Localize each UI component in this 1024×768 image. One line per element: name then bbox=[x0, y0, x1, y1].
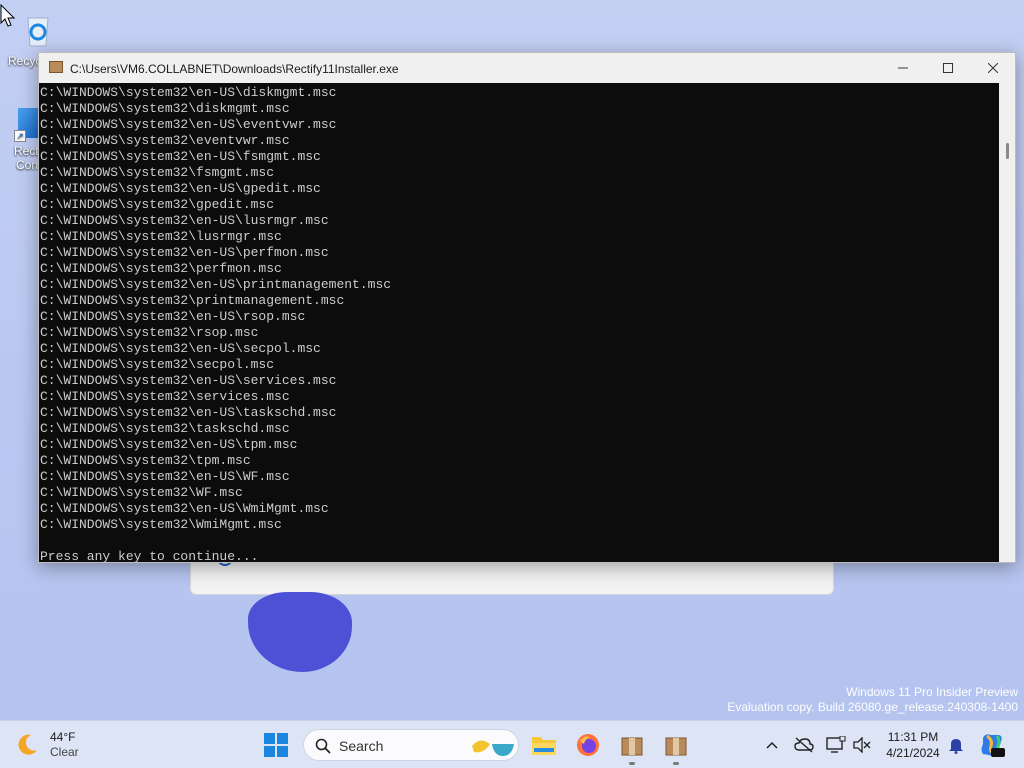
console-line: C:\WINDOWS\system32\taskschd.msc bbox=[40, 421, 290, 436]
search-icon bbox=[315, 738, 331, 754]
console-line: C:\WINDOWS\system32\en-US\lusrmgr.msc bbox=[40, 213, 329, 228]
copilot-button[interactable] bbox=[976, 729, 1008, 761]
console-line: C:\WINDOWS\system32\lusrmgr.msc bbox=[40, 229, 282, 244]
close-icon bbox=[987, 62, 999, 74]
console-line: C:\WINDOWS\system32\en-US\perfmon.msc bbox=[40, 245, 329, 260]
console-line: C:\WINDOWS\system32\rsop.msc bbox=[40, 325, 259, 340]
console-line: Press any key to continue... bbox=[40, 549, 259, 562]
console-line: C:\WINDOWS\system32\en-US\taskschd.msc bbox=[40, 405, 337, 420]
minimize-button[interactable] bbox=[880, 53, 926, 83]
search-label: Search bbox=[339, 738, 384, 754]
console-line: C:\WINDOWS\system32\en-US\services.msc bbox=[40, 373, 337, 388]
console-line: C:\WINDOWS\system32\tpm.msc bbox=[40, 453, 251, 468]
console-titlebar[interactable]: C:\Users\VM6.COLLABNET\Downloads\Rectify… bbox=[39, 53, 1015, 83]
chevron-up-icon bbox=[766, 741, 778, 749]
clock-time: 11:31 PM bbox=[887, 730, 939, 744]
watermark-line2: Evaluation copy. Build 26080.ge_release.… bbox=[727, 700, 1018, 714]
volume-muted-icon bbox=[853, 737, 871, 753]
console-line: C:\WINDOWS\system32\en-US\secpol.msc bbox=[40, 341, 321, 356]
console-scrollbar[interactable] bbox=[999, 83, 1015, 562]
mouse-cursor-icon bbox=[0, 4, 16, 27]
cloud-offline-icon bbox=[794, 737, 814, 753]
console-line: C:\WINDOWS\system32\secpol.msc bbox=[40, 357, 275, 372]
installer-taskbar-button-1[interactable] bbox=[616, 729, 648, 761]
monitor-icon bbox=[826, 736, 846, 753]
console-line: C:\WINDOWS\system32\en-US\WF.msc bbox=[40, 469, 290, 484]
console-line: C:\WINDOWS\system32\eventvwr.msc bbox=[40, 133, 290, 148]
scrollbar-thumb[interactable] bbox=[1006, 143, 1009, 159]
weather-widget[interactable]: 44°F Clear bbox=[14, 729, 79, 761]
search-highlight-icon bbox=[472, 740, 514, 756]
taskbar-search[interactable]: Search bbox=[303, 729, 519, 761]
system-clock[interactable]: 11:31 PM 4/21/2024 bbox=[878, 729, 948, 761]
moon-icon bbox=[18, 734, 37, 755]
console-line: C:\WINDOWS\system32\perfmon.msc bbox=[40, 261, 282, 276]
close-button[interactable] bbox=[970, 53, 1016, 83]
copilot-icon bbox=[981, 734, 1005, 757]
watermark-line1: Windows 11 Pro Insider Preview bbox=[846, 685, 1018, 699]
rectify-shortcut-label-line2: Con bbox=[16, 158, 39, 172]
console-line: C:\WINDOWS\system32\en-US\WmiMgmt.msc bbox=[40, 501, 329, 516]
console-line: C:\WINDOWS\system32\diskmgmt.msc bbox=[40, 101, 290, 116]
taskbar: 44°F Clear Search 11:31 PM 4/21/2024 bbox=[0, 720, 1024, 768]
wallpaper-shape bbox=[248, 592, 352, 672]
console-line: C:\WINDOWS\system32\en-US\gpedit.msc bbox=[40, 181, 321, 196]
console-line: C:\WINDOWS\system32\en-US\diskmgmt.msc bbox=[40, 85, 337, 100]
maximize-icon bbox=[943, 63, 953, 73]
file-explorer-button[interactable] bbox=[528, 729, 560, 761]
running-indicator bbox=[673, 762, 679, 765]
start-button[interactable] bbox=[260, 729, 292, 761]
rectify-shortcut-label-line1: Rect bbox=[14, 144, 39, 158]
shortcut-arrow-icon: ↗ bbox=[14, 130, 26, 142]
installer-taskbar-button-2[interactable] bbox=[660, 729, 692, 761]
windows-logo-icon bbox=[264, 733, 288, 757]
console-line: C:\WINDOWS\system32\en-US\printmanagemen… bbox=[40, 277, 392, 292]
minimize-icon bbox=[898, 67, 908, 69]
console-line: C:\WINDOWS\system32\en-US\eventvwr.msc bbox=[40, 117, 337, 132]
console-line: C:\WINDOWS\system32\printmanagement.msc bbox=[40, 293, 345, 308]
bell-icon bbox=[949, 739, 963, 754]
installer-package-icon bbox=[621, 737, 643, 756]
firefox-button[interactable] bbox=[572, 729, 604, 761]
rectify-app-icon: ↗ bbox=[14, 108, 40, 142]
console-window[interactable]: C:\Users\VM6.COLLABNET\Downloads\Rectify… bbox=[38, 52, 1016, 563]
weather-condition: Clear bbox=[50, 745, 79, 759]
console-line: C:\WINDOWS\system32\en-US\fsmgmt.msc bbox=[40, 149, 321, 164]
console-line: C:\WINDOWS\system32\en-US\rsop.msc bbox=[40, 309, 306, 324]
evaluation-watermark: Windows 11 Pro Insider Preview Evaluatio… bbox=[727, 685, 1018, 715]
maximize-button[interactable] bbox=[925, 53, 971, 83]
console-output[interactable]: C:\WINDOWS\system32\en-US\diskmgmt.msc C:… bbox=[39, 83, 999, 562]
console-line: C:\WINDOWS\system32\WmiMgmt.msc bbox=[40, 517, 282, 532]
volume-button[interactable] bbox=[846, 729, 878, 761]
installer-package-icon bbox=[665, 737, 687, 756]
folder-icon bbox=[532, 737, 556, 755]
weather-temperature: 44°F bbox=[50, 730, 76, 744]
console-line: C:\WINDOWS\system32\WF.msc bbox=[40, 485, 243, 500]
clock-date: 4/21/2024 bbox=[886, 746, 940, 760]
console-line: C:\WINDOWS\system32\fsmgmt.msc bbox=[40, 165, 275, 180]
console-title: C:\Users\VM6.COLLABNET\Downloads\Rectify… bbox=[70, 62, 399, 76]
running-indicator bbox=[629, 762, 635, 765]
show-hidden-icons-button[interactable] bbox=[756, 729, 788, 761]
console-line: C:\WINDOWS\system32\gpedit.msc bbox=[40, 197, 275, 212]
console-line: C:\WINDOWS\system32\services.msc bbox=[40, 389, 290, 404]
rectify-desktop-shortcut[interactable]: ↗ Rect Con bbox=[10, 108, 40, 172]
network-button[interactable] bbox=[788, 729, 820, 761]
firefox-icon bbox=[577, 734, 599, 756]
notifications-button[interactable] bbox=[940, 729, 972, 761]
recycle-bin-icon bbox=[27, 17, 49, 47]
installer-app-icon bbox=[49, 61, 63, 73]
console-line: C:\WINDOWS\system32\en-US\tpm.msc bbox=[40, 437, 298, 452]
